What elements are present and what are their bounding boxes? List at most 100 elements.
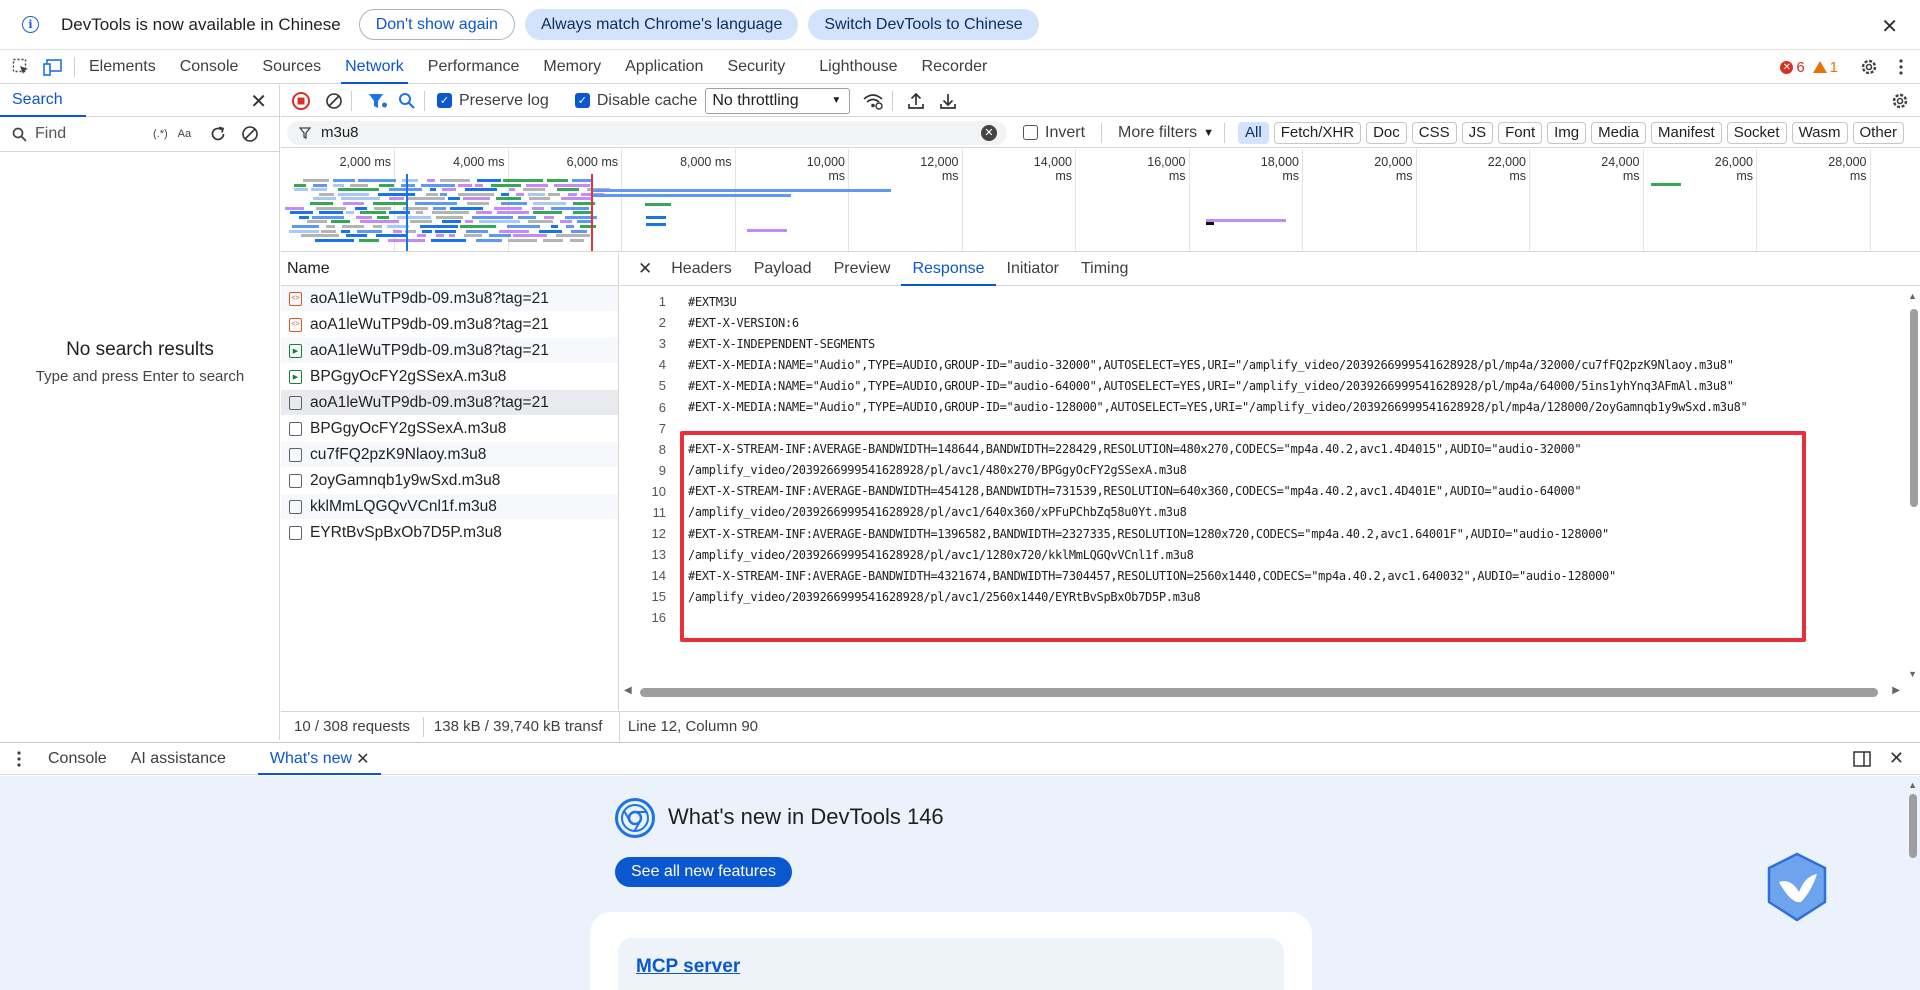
export-har-icon[interactable] bbox=[939, 92, 957, 110]
filter-socket[interactable]: Socket bbox=[1726, 121, 1787, 144]
bird-mascot-icon[interactable] bbox=[1765, 852, 1829, 922]
filter-doc[interactable]: Doc bbox=[1366, 121, 1407, 144]
tab-lighthouse[interactable]: Lighthouse bbox=[807, 51, 909, 84]
response-vertical-scrollbar[interactable]: ▲ ▼ bbox=[1906, 291, 1920, 679]
filter-input[interactable]: m3u8 ✕ bbox=[287, 120, 1007, 145]
tab-network[interactable]: Network bbox=[333, 51, 416, 84]
preserve-log-checkbox[interactable]: ✓ bbox=[437, 93, 452, 108]
scroll-left-icon[interactable]: ◀ bbox=[624, 685, 632, 696]
request-row[interactable]: cu7fFQ2pzK9Nlaoy.m3u8 bbox=[281, 442, 618, 468]
request-row[interactable]: <> aoA1leWuTP9db-09.m3u8?tag=21 bbox=[281, 286, 618, 312]
detail-tab-response[interactable]: Response bbox=[901, 253, 996, 286]
filter-fetch-xhr[interactable]: Fetch/XHR bbox=[1273, 121, 1362, 144]
filter-all[interactable]: All bbox=[1238, 121, 1269, 144]
response-horizontal-scrollbar[interactable]: ◀ ▶ bbox=[620, 685, 1900, 699]
filter-css[interactable]: CSS bbox=[1411, 121, 1457, 144]
request-row[interactable]: 2oyGamnqb1y9wSxd.m3u8 bbox=[281, 468, 618, 494]
switch-to-chinese-button[interactable]: Switch DevTools to Chinese bbox=[808, 9, 1039, 40]
dont-show-again-button[interactable]: Don't show again bbox=[358, 9, 515, 40]
find-input[interactable] bbox=[35, 125, 145, 143]
request-row[interactable]: ▶ aoA1leWuTP9db-09.m3u8?tag=21 bbox=[281, 338, 618, 364]
disable-cache-checkbox[interactable]: ✓ bbox=[574, 93, 590, 108]
filter-js[interactable]: JS bbox=[1461, 121, 1494, 144]
tab-sources[interactable]: Sources bbox=[250, 51, 333, 84]
filter-manifest[interactable]: Manifest bbox=[1651, 121, 1722, 144]
match-case-toggle[interactable]: Aa bbox=[178, 128, 191, 140]
request-row[interactable]: aoA1leWuTP9db-09.m3u8?tag=21 bbox=[281, 390, 618, 416]
settings-gear-icon[interactable] bbox=[1858, 56, 1880, 78]
filter-img[interactable]: Img bbox=[1547, 121, 1587, 144]
network-conditions-icon[interactable] bbox=[862, 92, 884, 110]
vertical-scroll-thumb[interactable] bbox=[1910, 309, 1918, 507]
regex-toggle[interactable]: (.*) bbox=[153, 128, 168, 140]
warning-icon bbox=[1812, 61, 1827, 73]
filter-font[interactable]: Font bbox=[1498, 121, 1543, 144]
clear-filter-icon[interactable]: ✕ bbox=[981, 124, 997, 141]
whats-new-scrollbar[interactable]: ▲ bbox=[1906, 776, 1920, 990]
wn-scroll-thumb[interactable] bbox=[1909, 794, 1917, 858]
drawer-menu-icon[interactable] bbox=[16, 750, 22, 768]
infobar-close-icon[interactable]: ✕ bbox=[1881, 14, 1898, 39]
filter-wasm[interactable]: Wasm bbox=[1791, 121, 1848, 144]
scroll-down-icon[interactable]: ▼ bbox=[1908, 669, 1917, 679]
tab-memory[interactable]: Memory bbox=[531, 51, 613, 84]
tab-security[interactable]: Security bbox=[715, 51, 797, 84]
horizontal-scroll-thumb[interactable] bbox=[640, 688, 1878, 697]
more-filters-dropdown[interactable]: More filters ▼ bbox=[1118, 124, 1214, 142]
invert-checkbox[interactable] bbox=[1023, 125, 1038, 140]
close-drawer-icon[interactable]: ✕ bbox=[1889, 748, 1904, 769]
timeline-request-bar bbox=[464, 188, 498, 192]
detail-tab-timing[interactable]: Timing bbox=[1070, 253, 1139, 286]
drawer-tab-ai-assistance[interactable]: AI assistance bbox=[119, 743, 238, 775]
timeline-request-bar bbox=[457, 183, 472, 187]
error-count[interactable]: ✕ 6 bbox=[1780, 59, 1805, 76]
search-tab-underline bbox=[0, 115, 86, 117]
scroll-up-icon[interactable]: ▲ bbox=[1908, 291, 1917, 301]
tab-console[interactable]: Console bbox=[168, 51, 251, 84]
timeline-request-bar bbox=[528, 192, 545, 196]
name-column-header[interactable]: Name bbox=[281, 253, 618, 286]
detail-tab-headers[interactable]: Headers bbox=[660, 253, 742, 286]
search-network-icon[interactable] bbox=[398, 92, 416, 110]
see-all-features-button[interactable]: See all new features bbox=[615, 857, 792, 887]
search-panel-close-icon[interactable]: ✕ bbox=[250, 89, 267, 114]
drawer-tab-console[interactable]: Console bbox=[36, 743, 119, 775]
stop-recording-icon[interactable] bbox=[291, 91, 311, 111]
wn-scroll-up-icon[interactable]: ▲ bbox=[1908, 780, 1917, 790]
tab-performance[interactable]: Performance bbox=[416, 51, 532, 84]
detail-tab-initiator[interactable]: Initiator bbox=[996, 253, 1070, 286]
detail-tab-preview[interactable]: Preview bbox=[823, 253, 902, 286]
clear-log-icon[interactable] bbox=[325, 92, 343, 110]
network-overview-timeline[interactable]: 2,000 ms 4,000 ms 6,000 ms 8,000 ms 10,000 m… bbox=[281, 149, 1920, 252]
filter-other[interactable]: Other bbox=[1852, 121, 1905, 144]
more-options-icon[interactable] bbox=[1890, 56, 1912, 78]
request-row[interactable]: kklMmLQGQvVCnl1f.m3u8 bbox=[281, 494, 618, 520]
match-language-button[interactable]: Always match Chrome's language bbox=[524, 9, 799, 40]
inspect-element-icon[interactable] bbox=[10, 56, 32, 78]
throttling-select[interactable]: No throttling ▼ bbox=[705, 87, 851, 114]
warning-count[interactable]: 1 bbox=[1812, 59, 1838, 76]
request-row[interactable]: ▶ BPGgyOcFY2gSSexA.m3u8 bbox=[281, 364, 618, 390]
device-toolbar-icon[interactable] bbox=[42, 56, 64, 78]
import-har-icon[interactable] bbox=[907, 92, 925, 110]
tab-recorder[interactable]: Recorder bbox=[910, 51, 1000, 84]
filter-icon[interactable] bbox=[368, 92, 388, 110]
detail-tab-payload[interactable]: Payload bbox=[743, 253, 823, 286]
refresh-icon[interactable] bbox=[209, 125, 227, 143]
network-settings-gear-icon[interactable] bbox=[1890, 91, 1910, 111]
close-detail-icon[interactable]: ✕ bbox=[638, 259, 652, 279]
drawer-tab-what-s-new[interactable]: What's new ✕ bbox=[257, 743, 382, 775]
close-tab-icon[interactable]: ✕ bbox=[356, 749, 369, 769]
request-row[interactable]: <> aoA1leWuTP9db-09.m3u8?tag=21 bbox=[281, 312, 618, 338]
dock-side-icon[interactable] bbox=[1853, 750, 1871, 767]
request-row[interactable]: BPGgyOcFY2gSSexA.m3u8 bbox=[281, 416, 618, 442]
timeline-gridline bbox=[961, 149, 963, 251]
filter-media[interactable]: Media bbox=[1591, 121, 1646, 144]
tab-elements[interactable]: Elements bbox=[77, 51, 168, 84]
request-row[interactable]: EYRtBvSpBxOb7D5P.m3u8 bbox=[281, 520, 618, 546]
mcp-server-link[interactable]: MCP server bbox=[636, 956, 740, 978]
tab-application[interactable]: Application bbox=[613, 51, 715, 84]
clear-search-icon[interactable] bbox=[241, 125, 259, 143]
search-tab[interactable]: Search bbox=[12, 91, 63, 109]
scroll-right-icon[interactable]: ▶ bbox=[1892, 685, 1900, 696]
